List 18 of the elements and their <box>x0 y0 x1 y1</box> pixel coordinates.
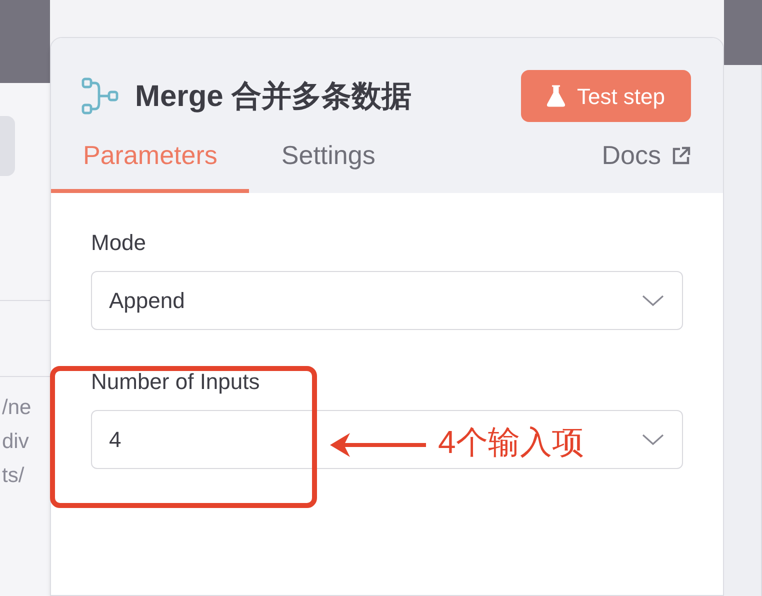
tab[interactable]: Parameters <box>51 136 250 193</box>
path-text: /ne <box>1 395 32 421</box>
field-label: Number of Inputs <box>91 368 261 396</box>
backdrop-overlay <box>724 0 762 65</box>
field-label: Mode <box>91 229 148 257</box>
merge-icon <box>81 77 119 115</box>
select-field[interactable]: Append <box>91 271 683 330</box>
flask-icon <box>546 85 565 107</box>
path-text: div <box>1 429 29 455</box>
chevron-down-icon <box>642 294 664 306</box>
test-step-button[interactable]: Test step <box>520 70 691 122</box>
docs-link[interactable]: Docs <box>602 136 691 193</box>
path-text: ts/ <box>1 463 24 489</box>
node-title: Merge 合并多条数据 <box>135 78 412 114</box>
chevron-down-icon <box>642 434 664 446</box>
annotation-text: 4个输入项 <box>438 423 584 462</box>
tab[interactable]: Settings <box>249 136 408 193</box>
external-link-icon <box>671 146 691 166</box>
